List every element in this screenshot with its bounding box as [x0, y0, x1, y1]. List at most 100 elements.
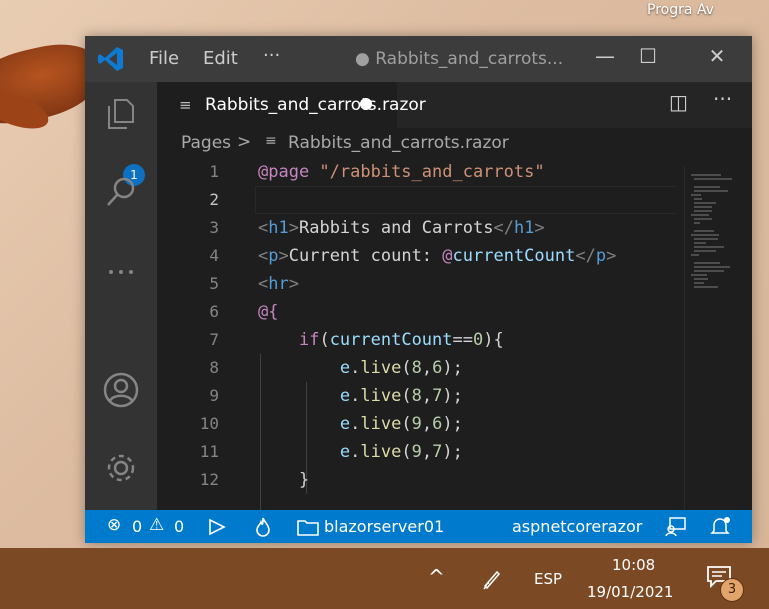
split-editor-icon[interactable]: ◫ — [669, 90, 688, 114]
project-name[interactable]: blazorserver01 — [324, 517, 444, 536]
code-token: e — [339, 414, 351, 434]
input-language[interactable]: ESP — [534, 570, 562, 588]
minimap-line — [694, 230, 714, 232]
minimap-line — [694, 278, 708, 280]
clock-time[interactable]: 10:08 — [612, 556, 655, 574]
editor-more-icon[interactable]: ··· — [713, 87, 732, 111]
code-token: </ — [575, 246, 596, 266]
code-line[interactable]: 3 <h1>Rabbits and Carrots</h1> — [157, 214, 677, 242]
code-text[interactable]: e.live(9,7); — [258, 438, 463, 466]
code-token: . — [350, 414, 361, 434]
close-button[interactable]: ✕ — [697, 44, 737, 74]
warnings-icon[interactable]: ⚠ — [149, 515, 164, 535]
errors-count[interactable]: 0 — [132, 517, 142, 536]
flame-icon[interactable] — [255, 517, 271, 537]
line-number: 1 — [209, 162, 219, 181]
code-text[interactable]: if(currentCount==0){ — [258, 326, 504, 354]
minimap-line — [694, 286, 718, 288]
line-number: 2 — [209, 190, 219, 209]
code-token: e — [339, 442, 351, 462]
menu-file[interactable]: File — [149, 48, 179, 69]
settings-gear-icon[interactable] — [103, 450, 139, 486]
account-icon[interactable] — [103, 372, 139, 408]
language-mode[interactable]: aspnetcorerazor — [512, 517, 642, 536]
clock-date[interactable]: 19/01/2021 — [587, 583, 673, 601]
line-number: 10 — [199, 414, 219, 433]
minimap-line — [694, 270, 724, 272]
explorer-icon[interactable] — [103, 96, 139, 132]
code-line[interactable]: 2 — [157, 186, 677, 214]
code-text[interactable]: <hr> — [258, 270, 299, 298]
editor-tab-bar: ≡ Rabbits_and_carrots.razor ◫ ··· — [157, 82, 752, 128]
errors-icon[interactable]: ⊗ — [107, 515, 121, 535]
line-number: 6 — [209, 302, 219, 321]
menu-more-icon[interactable]: ··· — [263, 45, 280, 66]
status-bar: ⊗ 0 ⚠ 0 blazorserver01 aspnetcorerazor — [85, 510, 752, 543]
breadcrumb-folder[interactable]: Pages — [181, 133, 231, 153]
vscode-logo-icon — [98, 47, 123, 71]
code-line[interactable]: 5 <hr> — [157, 270, 677, 298]
code-line[interactable]: 7 if(currentCount==0){ — [157, 326, 677, 354]
show-hidden-icons-chevron-icon[interactable]: ^ — [428, 565, 445, 589]
code-text[interactable]: e.live(8,7); — [258, 382, 463, 410]
notifications-bell-icon[interactable] — [709, 516, 731, 538]
minimap-line — [694, 218, 712, 220]
code-text[interactable]: e.live(8,6); — [258, 354, 463, 382]
code-text[interactable]: } — [258, 466, 309, 494]
minimap-line — [694, 186, 720, 188]
run-debug-icon[interactable] — [206, 518, 228, 536]
minimap-line — [694, 238, 718, 240]
breadcrumb-file[interactable]: Rabbits_and_carrots.razor — [288, 133, 509, 153]
pen-icon[interactable] — [481, 568, 503, 590]
code-line[interactable]: 6 @{ — [157, 298, 677, 326]
code-token: live — [360, 414, 402, 434]
code-line[interactable]: 8 e.live(8,6); — [157, 354, 677, 382]
title-bar[interactable]: File Edit ··· ● Rabbits_and_carrots... —… — [85, 36, 752, 82]
code-text[interactable]: e.live(9,6); — [258, 410, 463, 438]
code-token: , — [421, 414, 433, 434]
minimap-line — [694, 190, 728, 192]
minimize-button[interactable]: — — [585, 44, 625, 74]
code-line[interactable]: 10 e.live(9,6); — [157, 410, 677, 438]
code-line[interactable]: 4 <p>Current count: @currentCount</p> — [157, 242, 677, 270]
unsaved-dot-icon[interactable] — [360, 98, 372, 110]
feedback-icon[interactable] — [665, 517, 687, 537]
minimap[interactable] — [684, 166, 735, 510]
code-token: @{ — [258, 302, 279, 322]
tab-rabbits-and-carrots[interactable]: ≡ Rabbits_and_carrots.razor — [157, 82, 426, 128]
minimap-line — [694, 250, 716, 252]
code-token: . — [350, 386, 361, 406]
line-number: 8 — [209, 358, 219, 377]
menu-edit[interactable]: Edit — [203, 48, 238, 69]
code-token: "/rabbits_and_carrots" — [319, 162, 545, 182]
code-token: , — [421, 442, 433, 462]
code-line[interactable]: 1 @page "/rabbits_and_carrots" — [157, 158, 677, 186]
minimap-line — [694, 210, 712, 212]
code-line[interactable]: 11 e.live(9,7); — [157, 438, 677, 466]
code-text[interactable]: @{ — [258, 298, 278, 326]
code-token: currentCount — [452, 246, 576, 266]
warnings-count[interactable]: 0 — [174, 517, 184, 536]
code-text[interactable]: <p>Current count: @currentCount</p> — [258, 242, 616, 270]
code-token: > — [288, 274, 299, 294]
maximize-button[interactable]: ☐ — [628, 44, 668, 74]
vscode-window: File Edit ··· ● Rabbits_and_carrots... —… — [85, 36, 752, 543]
code-token: 8 — [411, 358, 422, 378]
minimap-line — [694, 198, 702, 200]
code-text[interactable]: @page "/rabbits_and_carrots" — [258, 158, 545, 186]
code-text[interactable]: <h1>Rabbits and Carrots</h1> — [258, 214, 545, 242]
minimap-line — [694, 266, 730, 268]
more-icon[interactable] — [103, 250, 139, 286]
code-token: Current count: — [288, 246, 443, 266]
code-token: , — [421, 386, 433, 406]
code-line[interactable]: 12 } — [157, 466, 677, 494]
file-lines-icon: ≡ — [265, 133, 277, 149]
code-token: } — [258, 470, 310, 490]
code-token: 9 — [411, 414, 422, 434]
search-icon[interactable] — [103, 174, 139, 210]
window-title: ● Rabbits_and_carrots... — [355, 49, 564, 69]
code-line[interactable]: 9 e.live(8,7); — [157, 382, 677, 410]
code-editor[interactable]: 1 @page "/rabbits_and_carrots" 2 3 <h1>Rabbi… — [157, 158, 677, 510]
desktop-icon-label[interactable]: Progra Av — [647, 2, 714, 18]
